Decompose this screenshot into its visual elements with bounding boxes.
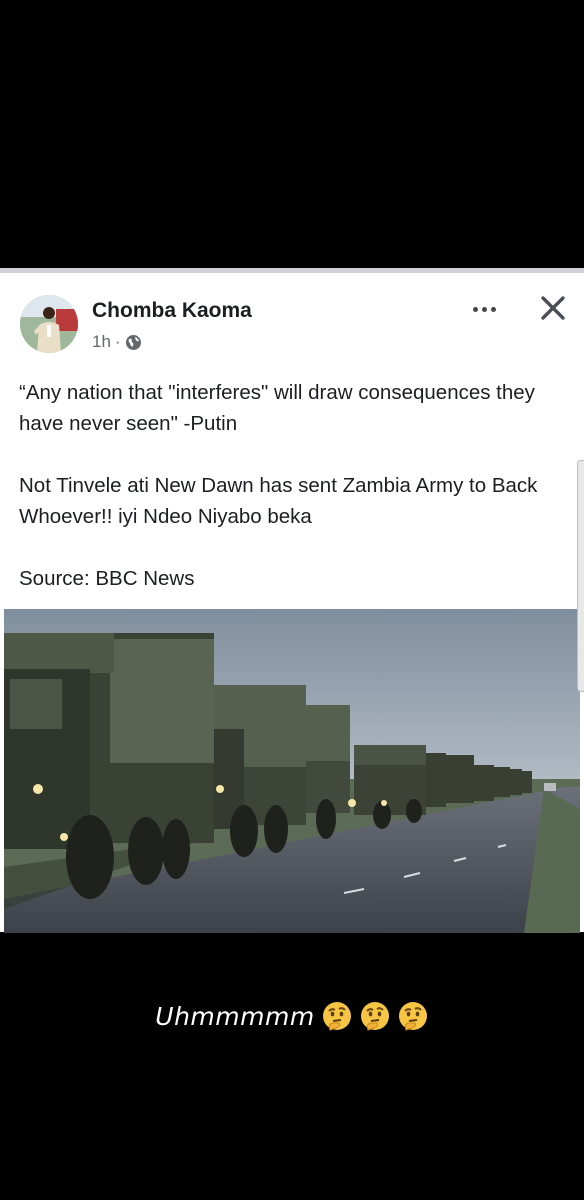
post-card: Chomba Kaoma 1h · “Any nation that "inte…: [0, 268, 584, 933]
post-time[interactable]: 1h: [92, 332, 111, 352]
thinking-face-emoji: [322, 1002, 351, 1031]
thinking-face-emoji: [360, 1002, 389, 1031]
avatar[interactable]: [20, 295, 78, 353]
post-image[interactable]: [4, 609, 580, 933]
post-paragraph-comment: Not Tinvele ati New Dawn has sent Zambia…: [19, 474, 538, 528]
close-icon[interactable]: [536, 291, 570, 325]
military-convoy-photo: [4, 609, 580, 933]
thinking-face-emoji: [398, 1002, 427, 1031]
post-text: “Any nation that "interferes" will draw …: [19, 377, 569, 594]
caption: Uhmmmmm: [0, 1000, 584, 1032]
avatar-photo: [20, 295, 78, 353]
more-options-button[interactable]: [466, 295, 502, 323]
top-black-area: [0, 0, 584, 268]
meta-separator: ·: [114, 332, 121, 351]
more-options-dot: [490, 306, 496, 312]
post-paragraph-quote: “Any nation that "interferes" will draw …: [19, 381, 535, 435]
caption-text: Uhmmmmm: [155, 1001, 315, 1031]
more-options-icon: [472, 306, 478, 312]
scrollbar-handle[interactable]: [577, 460, 584, 692]
author-name[interactable]: Chomba Kaoma: [92, 299, 252, 323]
post-meta: 1h ·: [92, 332, 142, 352]
post-paragraph-source: Source: BBC News: [19, 567, 195, 590]
globe-icon: [125, 334, 141, 350]
more-options-dot: [481, 306, 487, 312]
